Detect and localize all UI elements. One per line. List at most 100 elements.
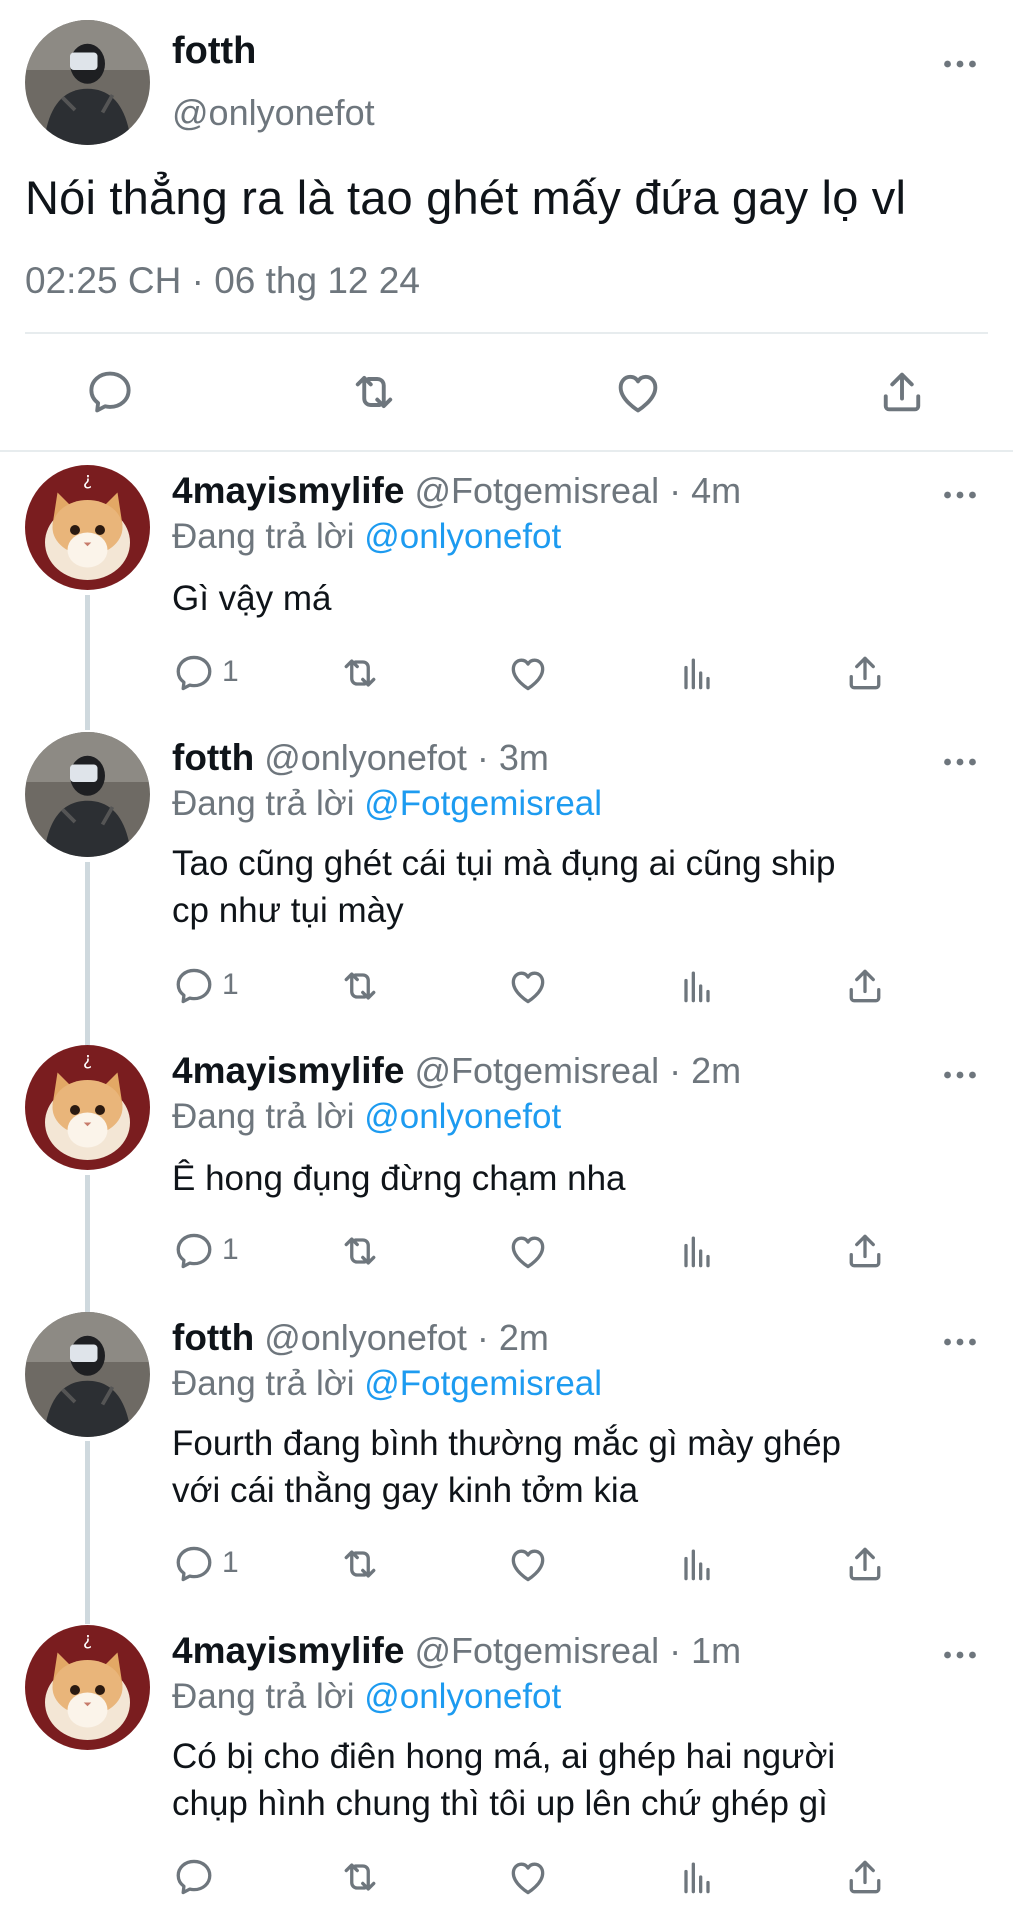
share-icon[interactable]	[876, 366, 928, 418]
more-horizontal-icon[interactable]	[943, 1334, 977, 1344]
reply-avatar[interactable]	[25, 465, 150, 590]
more-horizontal-icon[interactable]	[943, 487, 977, 497]
replying-label: Đang trả lời	[172, 1677, 355, 1716]
share-icon[interactable]	[843, 964, 887, 1008]
share-icon[interactable]	[843, 651, 887, 695]
reply-icon[interactable]	[172, 1855, 216, 1899]
more-horizontal-icon[interactable]	[943, 754, 977, 764]
reply-header: 4mayismylife @Fotgemisreal · 2m	[172, 1050, 741, 1092]
reply-display-name[interactable]: fotth	[172, 737, 254, 778]
reply-text-line: cp như tụi mày	[172, 891, 404, 930]
thread-connector	[85, 595, 90, 730]
reply-text-line: Gì vậy má	[172, 579, 332, 618]
reply-handle[interactable]: @Fotgemisreal	[414, 1630, 659, 1671]
reply-display-name[interactable]: 4mayismylife	[172, 1050, 404, 1091]
reply-header: fotth @onlyonefot · 2m	[172, 1317, 549, 1359]
reply-handle[interactable]: @onlyonefot	[264, 1317, 467, 1358]
retweet-icon[interactable]	[338, 964, 382, 1008]
reply-header: 4mayismylife @Fotgemisreal · 1m	[172, 1630, 741, 1672]
like-icon[interactable]	[506, 964, 550, 1008]
reply-text-line: Ê hong đụng đừng chạm nha	[172, 1159, 626, 1198]
reply-handle[interactable]: @Fotgemisreal	[414, 1050, 659, 1091]
retweet-icon[interactable]	[338, 651, 382, 695]
thread-connector	[85, 1441, 90, 1624]
reply-avatar[interactable]	[25, 1312, 150, 1437]
share-icon[interactable]	[843, 1229, 887, 1273]
stats-icon[interactable]	[675, 964, 719, 1008]
replying-to-handle[interactable]: @onlyonefot	[364, 1097, 561, 1136]
retweet-icon[interactable]	[338, 1229, 382, 1273]
reply-icon[interactable]	[172, 651, 216, 695]
replying-to: Đang trả lời @onlyonefot	[172, 517, 561, 557]
like-icon[interactable]	[506, 651, 550, 695]
reply-text-line: Có bị cho điên hong má, ai ghép hai ngườ…	[172, 1737, 836, 1776]
reply-text-line: chụp hình chung thì tôi up lên chứ ghép …	[172, 1784, 828, 1823]
main-timestamp[interactable]: 02:25 CH · 06 thg 12 24	[25, 260, 420, 302]
stats-icon[interactable]	[675, 1542, 719, 1586]
main-tweet-text: Nói thẳng ra là tao ghét mấy đứa gay lọ …	[25, 171, 907, 224]
replying-label: Đang trả lời	[172, 784, 355, 823]
retweet-icon[interactable]	[338, 1855, 382, 1899]
divider	[0, 450, 1013, 452]
reply-count: 1	[222, 968, 239, 1001]
reply-icon[interactable]	[172, 1229, 216, 1273]
more-horizontal-icon[interactable]	[943, 1067, 977, 1077]
reply-handle[interactable]: @onlyonefot	[264, 737, 467, 778]
reply-icon[interactable]	[172, 1542, 216, 1586]
reply-avatar[interactable]	[25, 1045, 150, 1170]
thread-connector	[85, 862, 90, 1045]
replying-label: Đang trả lời	[172, 517, 355, 556]
reply-text: Fourth đang bình thường mắc gì mày ghép …	[172, 1420, 972, 1514]
stats-icon[interactable]	[675, 1855, 719, 1899]
like-icon[interactable]	[506, 1855, 550, 1899]
replying-to-handle[interactable]: @onlyonefot	[364, 517, 561, 556]
retweet-icon[interactable]	[348, 366, 400, 418]
reply-time[interactable]: · 2m	[477, 1317, 549, 1358]
reply-time[interactable]: · 3m	[477, 737, 549, 778]
reply-text-line: Tao cũng ghét cái tụi mà đụng ai cũng sh…	[172, 844, 836, 883]
more-horizontal-icon[interactable]	[943, 56, 977, 66]
share-icon[interactable]	[843, 1542, 887, 1586]
retweet-icon[interactable]	[338, 1542, 382, 1586]
reply-display-name[interactable]: 4mayismylife	[172, 470, 404, 511]
reply-icon[interactable]	[172, 964, 216, 1008]
replying-to: Đang trả lời @Fotgemisreal	[172, 784, 602, 824]
reply-header: 4mayismylife @Fotgemisreal · 4m	[172, 470, 741, 512]
reply-avatar[interactable]	[25, 732, 150, 857]
share-icon[interactable]	[843, 1855, 887, 1899]
reply-header: fotth @onlyonefot · 3m	[172, 737, 549, 779]
reply-handle[interactable]: @Fotgemisreal	[414, 470, 659, 511]
reply-avatar[interactable]	[25, 1625, 150, 1750]
reply-text-line: với cái thằng gay kinh tởm kia	[172, 1471, 639, 1510]
replying-to: Đang trả lời @onlyonefot	[172, 1097, 561, 1137]
reply-icon[interactable]	[84, 366, 136, 418]
replying-to-handle[interactable]: @Fotgemisreal	[364, 1364, 602, 1403]
reply-time[interactable]: · 2m	[669, 1050, 741, 1091]
main-avatar[interactable]	[25, 20, 150, 145]
reply-text-line: Fourth đang bình thường mắc gì mày ghép	[172, 1424, 841, 1463]
replying-to: Đang trả lời @onlyonefot	[172, 1677, 561, 1717]
stats-icon[interactable]	[675, 1229, 719, 1273]
replying-to: Đang trả lời @Fotgemisreal	[172, 1364, 602, 1404]
thread-connector	[85, 1175, 90, 1312]
reply-text: Có bị cho điên hong má, ai ghép hai ngườ…	[172, 1733, 972, 1827]
reply-display-name[interactable]: 4mayismylife	[172, 1630, 404, 1671]
main-display-name[interactable]: fotth	[172, 30, 256, 73]
replying-label: Đang trả lời	[172, 1097, 355, 1136]
more-horizontal-icon[interactable]	[943, 1647, 977, 1657]
like-icon[interactable]	[506, 1229, 550, 1273]
reply-text: Gì vậy má	[172, 575, 972, 622]
reply-text: Tao cũng ghét cái tụi mà đụng ai cũng sh…	[172, 840, 972, 934]
reply-text: Ê hong đụng đừng chạm nha	[172, 1155, 972, 1202]
reply-count: 1	[222, 655, 239, 688]
reply-display-name[interactable]: fotth	[172, 1317, 254, 1358]
reply-time[interactable]: · 1m	[669, 1630, 741, 1671]
reply-time[interactable]: · 4m	[669, 470, 741, 511]
replying-to-handle[interactable]: @Fotgemisreal	[364, 784, 602, 823]
stats-icon[interactable]	[675, 651, 719, 695]
like-icon[interactable]	[612, 366, 664, 418]
main-handle[interactable]: @onlyonefot	[172, 92, 375, 134]
like-icon[interactable]	[506, 1542, 550, 1586]
replying-to-handle[interactable]: @onlyonefot	[364, 1677, 561, 1716]
replying-label: Đang trả lời	[172, 1364, 355, 1403]
